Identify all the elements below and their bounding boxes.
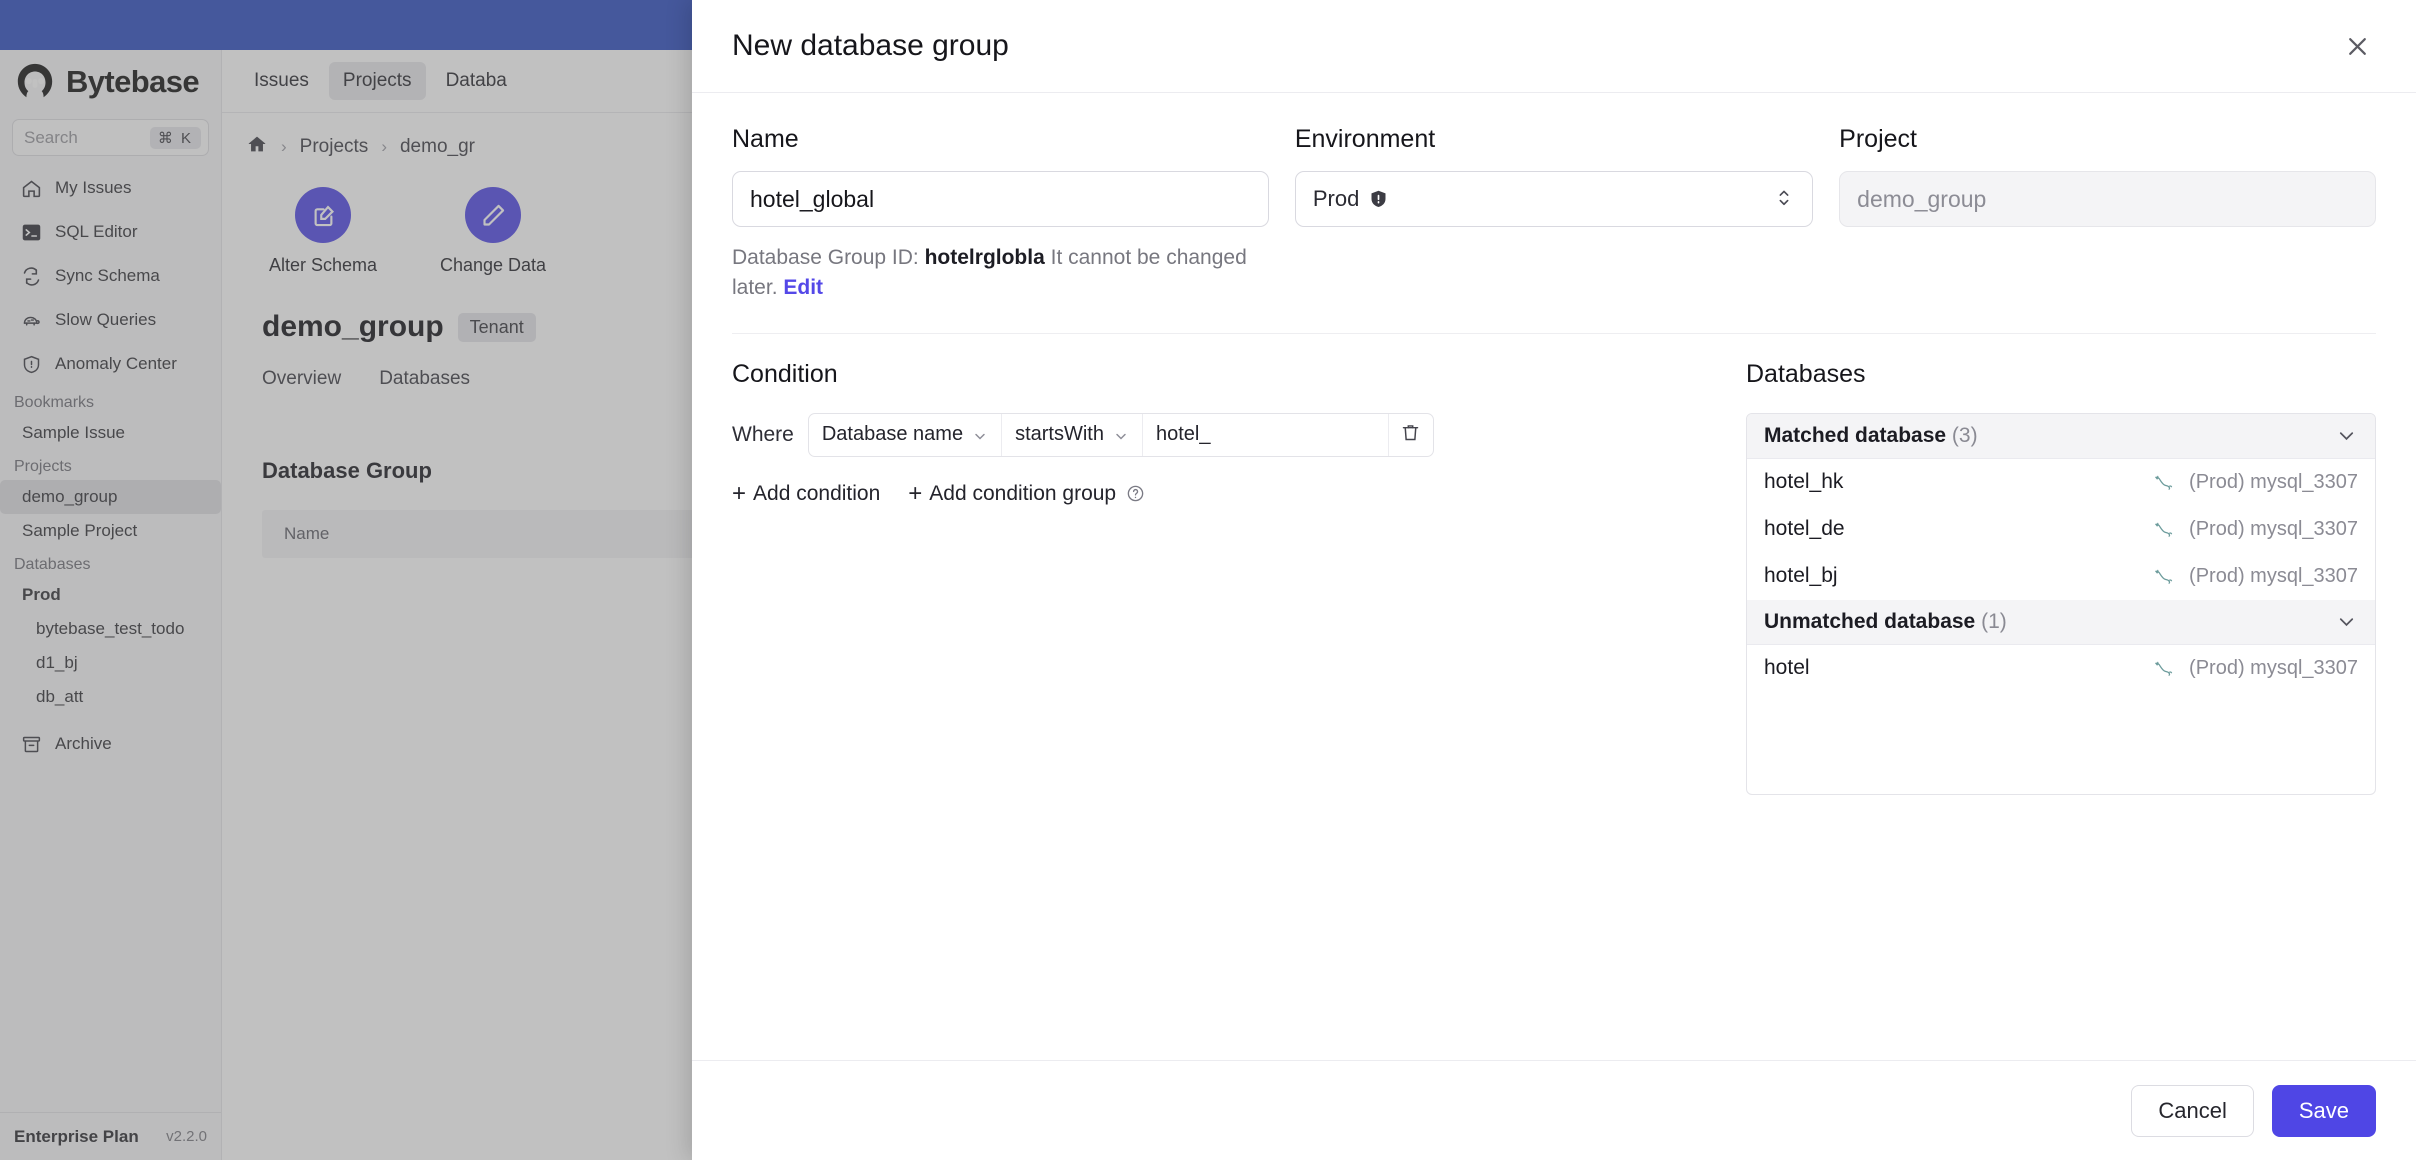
name-label: Name — [732, 125, 799, 153]
condition-row: Where Database name startsWith hotel_ — [732, 412, 1712, 457]
mysql-icon — [2154, 659, 2179, 678]
databases-section: Databases Matched database (3) hotel_hk … — [1746, 360, 2376, 1060]
name-input-value: hotel_global — [750, 185, 875, 212]
matched-database-group-header[interactable]: Matched database (3) — [1747, 413, 2375, 459]
cancel-button[interactable]: Cancel — [2131, 1084, 2254, 1137]
condition-actions: + Add condition + Add condition group — [732, 479, 1712, 507]
delete-condition-button[interactable] — [1389, 414, 1433, 456]
unmatched-database-group-header[interactable]: Unmatched database (1) — [1747, 599, 2375, 645]
unmatched-database-count: (1) — [1981, 609, 2007, 633]
condition-value: hotel_ — [1155, 423, 1211, 446]
database-name: hotel_de — [1764, 517, 1845, 541]
condition-section: Condition Where Database name startsWith… — [732, 360, 1712, 1060]
environment-label: Environment — [1294, 125, 1436, 153]
mysql-icon — [2154, 520, 2179, 539]
chevron-down-icon — [2335, 610, 2358, 633]
chevron-updown-icon — [1773, 185, 1795, 213]
databases-heading: Databases — [1746, 359, 1866, 388]
mysql-icon — [2154, 473, 2179, 492]
add-condition-group-button[interactable]: + Add condition group — [908, 479, 1145, 507]
project-input: demo_group — [1839, 171, 2377, 227]
condition-operator-select[interactable]: startsWith — [1002, 413, 1143, 456]
name-field-group: Name hotel_global — [732, 125, 1269, 227]
condition-field-select[interactable]: Database name — [809, 413, 1003, 456]
condition-value-input[interactable]: hotel_ — [1143, 413, 1389, 456]
plus-icon: + — [908, 479, 923, 507]
condition-field-value: Database name — [821, 423, 964, 446]
plus-icon: + — [732, 479, 747, 507]
matched-database-count: (3) — [1951, 423, 1978, 447]
dialog-title: New database group — [732, 29, 1009, 62]
environment-select[interactable]: Prod — [1294, 171, 1814, 227]
condition-heading: Condition — [732, 359, 838, 388]
dialog-header: New database group — [692, 0, 2416, 93]
chevron-down-icon — [2335, 424, 2358, 447]
name-input[interactable]: hotel_global — [732, 171, 1269, 227]
hint-prefix: Database Group ID: — [732, 246, 925, 269]
add-condition-button[interactable]: + Add condition — [732, 479, 881, 507]
shield-icon — [1368, 189, 1389, 210]
chevron-down-icon — [1113, 427, 1129, 443]
database-meta: (Prod) mysql_3307 — [2189, 470, 2358, 493]
new-database-group-dialog: New database group Name hotel_global Env… — [692, 0, 2416, 1160]
help-circle-icon[interactable] — [1126, 484, 1145, 503]
environment-value: Prod — [1312, 186, 1360, 211]
edit-id-link[interactable]: Edit — [783, 276, 823, 299]
database-name: hotel_hk — [1764, 470, 1844, 494]
database-group-id: hotelrglobla — [924, 246, 1045, 269]
database-meta: (Prod) mysql_3307 — [2189, 564, 2358, 587]
project-field-group: Project demo_group — [1839, 125, 2377, 227]
mysql-icon — [2154, 567, 2179, 586]
where-label: Where — [732, 422, 794, 446]
list-item[interactable]: hotel (Prod) mysql_3307 — [1747, 645, 2375, 692]
trash-icon — [1400, 422, 1421, 448]
database-meta: (Prod) mysql_3307 — [2189, 517, 2358, 540]
dialog-body: Name hotel_global Environment Prod Proje… — [692, 93, 2416, 1060]
matched-database-label: Matched database — [1764, 423, 1947, 447]
database-group-id-hint: Database Group ID: hotelrglobla It canno… — [732, 243, 1292, 303]
add-condition-group-label: Add condition group — [929, 481, 1117, 505]
database-meta: (Prod) mysql_3307 — [2189, 656, 2358, 679]
databases-panel: Matched database (3) hotel_hk (Prod) mys… — [1746, 412, 2376, 795]
unmatched-database-label: Unmatched database — [1764, 609, 1976, 633]
dialog-footer: Cancel Save — [692, 1060, 2416, 1160]
list-item[interactable]: hotel_bj (Prod) mysql_3307 — [1747, 553, 2375, 600]
environment-field-group: Environment Prod — [1294, 125, 1814, 227]
chevron-down-icon — [972, 427, 988, 443]
save-button[interactable]: Save — [2271, 1084, 2376, 1137]
list-item[interactable]: hotel_hk (Prod) mysql_3307 — [1747, 459, 2375, 506]
database-name: hotel — [1764, 656, 1810, 680]
project-label: Project — [1839, 125, 1917, 153]
project-value: demo_group — [1857, 185, 1987, 212]
list-item[interactable]: hotel_de (Prod) mysql_3307 — [1747, 506, 2375, 553]
close-icon[interactable] — [2336, 25, 2378, 67]
add-condition-label: Add condition — [753, 481, 881, 505]
database-name: hotel_bj — [1764, 564, 1838, 588]
condition-operator-value: startsWith — [1015, 423, 1104, 446]
